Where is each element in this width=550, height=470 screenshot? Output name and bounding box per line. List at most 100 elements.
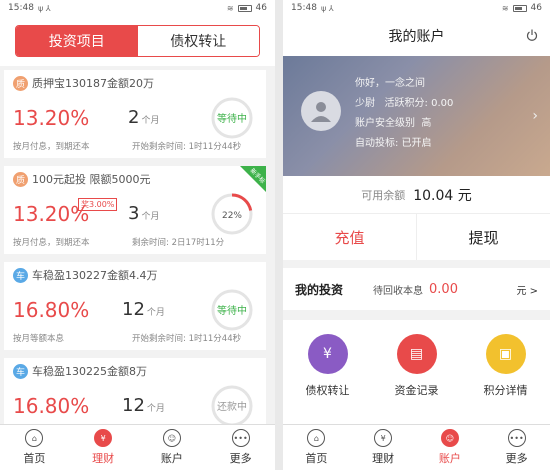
balance-row: 可用余额 10.04 元 [283, 176, 550, 214]
security-row: 账户安全级别 高 [355, 114, 453, 134]
tab-more[interactable]: ••• 更多 [206, 425, 275, 470]
product-card[interactable]: 质质押宝130187金额20万 13.20% 2 个月 按月付息，到期还本 开始剩余时间:… [4, 70, 266, 158]
clock: 15:48 [8, 3, 34, 13]
term-unit: 个月 [146, 308, 165, 318]
grid-label: 债权转让 [305, 384, 350, 397]
points-icon: ▣ [485, 334, 526, 374]
segment-bar: 投资项目 债权转让 [0, 16, 275, 66]
term-value: 12 个月 [122, 395, 165, 416]
category-icon: 车 [13, 363, 28, 379]
card-header: 车车稳盈130227金额4.4万 [4, 262, 266, 288]
rank-row: 少尉 活跃积分: 0.00 [355, 94, 453, 114]
status-label: 等待中 [217, 304, 247, 317]
remaining-time: 开始剩余时间: 1时11分44秒 [132, 334, 242, 344]
card-header: 质 100元起投 限额5000元 [4, 166, 266, 192]
my-invest-row[interactable]: 我的投资 待回收本息 0.00 元 > [283, 268, 550, 310]
tab-finance[interactable]: ¥ 理财 [69, 425, 138, 470]
tab-invest-projects[interactable]: 投资项目 [16, 26, 138, 56]
tab-label: 首页 [305, 452, 328, 465]
rank-label: 少尉 [355, 98, 375, 109]
pending-value: 0.00 [429, 281, 458, 297]
term-number: 12 [122, 395, 145, 416]
bottom-tab-bar: ⌂ 首页 ¥ 理财 ☺ 账户 ••• 更多 [283, 424, 550, 470]
bottom-tab-bar: ⌂ 首页 ¥ 理财 ☺ 账户 ••• 更多 [0, 424, 275, 470]
signal-icon: ψ ⅄ [320, 3, 334, 13]
grid-item-0[interactable]: ¥ 债权转让 [283, 334, 372, 398]
status-bar: 15:48 ψ ⅄ ≋ 46 [0, 0, 275, 16]
tab-account[interactable]: ☺ 账户 [138, 425, 207, 470]
avatar[interactable] [301, 91, 341, 131]
reward-tag: 奖3.00% [78, 198, 118, 211]
product-card[interactable]: 质 100元起投 限额5000元 13.20% 奖3.00% 3 个月 按月付息，到期还本剩… [4, 166, 266, 254]
grid-label: 积分详情 [483, 384, 528, 397]
term-number: 3 [128, 203, 140, 224]
account-screen: 15:48 ψ ⅄ ≋ 46 我的账户 你好，一念之间 少尉 活跃积分: 0.0… [283, 0, 550, 470]
finance-icon: ¥ [374, 429, 393, 447]
balance-value: 10.04 元 [413, 187, 472, 204]
my-invest-title: 我的投资 [295, 282, 344, 297]
term-unit: 个月 [146, 404, 165, 414]
more-icon: ••• [231, 429, 250, 447]
progress-ring: 还款中 [211, 385, 253, 427]
home-icon: ⌂ [25, 429, 44, 447]
status-bar: 15:48 ψ ⅄ ≋ 46 [283, 0, 550, 16]
product-card[interactable]: 车车稳盈130227金额4.4万 16.80% 12 个月 按月等额本息 开始剩余时间: … [4, 262, 266, 350]
withdraw-button[interactable]: 提现 [417, 214, 550, 260]
account-icon: ☺ [162, 429, 181, 447]
rate-value: 16.80% [13, 394, 90, 418]
tab-label: 首页 [23, 452, 46, 465]
battery-icon [237, 4, 252, 12]
card-title: 100元起投 限额5000元 [32, 173, 151, 186]
unit-chevron: 元 > [516, 285, 538, 297]
tab-debt-transfer[interactable]: 债权转让 [137, 26, 259, 56]
tab-label: 更多 [229, 452, 252, 465]
tab-home[interactable]: ⌂ 首页 [283, 425, 350, 470]
wifi-icon: ≋ [501, 3, 509, 13]
product-card[interactable]: 车车稳盈130225金额8万 16.80% 12 个月 还款中 [4, 358, 266, 428]
grid-item-1[interactable]: ▤ 资金记录 [372, 334, 461, 398]
battery-level: 46 [530, 3, 542, 13]
term-unit: 个月 [141, 212, 160, 222]
recharge-button[interactable]: 充值 [283, 214, 417, 260]
chevron-right-icon: › [532, 108, 538, 124]
repayment-method: 按月付息，到期还本 [13, 238, 90, 248]
transfer-icon: ¥ [307, 334, 348, 374]
grid-label: 资金记录 [394, 384, 439, 397]
card-header: 车车稳盈130225金额8万 [4, 358, 266, 384]
account-icon: ☺ [440, 429, 459, 447]
repayment-method: 按月付息，到期还本 [13, 142, 90, 152]
tab-home[interactable]: ⌂ 首页 [0, 425, 69, 470]
tab-finance[interactable]: ¥ 理财 [350, 425, 417, 470]
term-unit: 个月 [141, 116, 160, 126]
profile-info: 你好，一念之间 少尉 活跃积分: 0.00 账户安全级别 高 自动投标: 已开启 [355, 74, 453, 154]
power-icon[interactable] [526, 29, 538, 41]
signal-icon: ψ ⅄ [37, 3, 51, 13]
profile-banner[interactable]: 你好，一念之间 少尉 活跃积分: 0.00 账户安全级别 高 自动投标: 已开启… [283, 56, 550, 176]
card-title: 车稳盈130227金额4.4万 [32, 269, 158, 282]
tab-label: 账户 [160, 452, 183, 465]
feature-grid: ¥ 债权转让 ▤ 资金记录 ▣ 积分详情 [283, 320, 550, 430]
remaining-time: 剩余时间: 2日17时11分 [132, 238, 225, 248]
card-title: 车稳盈130225金额8万 [32, 365, 147, 378]
term-number: 12 [122, 299, 145, 320]
wifi-icon: ≋ [226, 3, 234, 13]
status-label: 22% [222, 211, 242, 221]
tab-account[interactable]: ☺ 账户 [417, 425, 484, 470]
tab-label: 理财 [92, 452, 115, 465]
term-value: 12 个月 [122, 299, 165, 320]
status-label: 还款中 [217, 400, 247, 413]
action-buttons: 充值 提现 [283, 214, 550, 260]
more-icon: ••• [507, 429, 526, 447]
clock: 15:48 [291, 3, 317, 13]
progress-ring: 等待中 [211, 289, 253, 331]
battery-level: 46 [255, 3, 267, 13]
tab-more[interactable]: ••• 更多 [483, 425, 550, 470]
tab-label: 更多 [505, 452, 528, 465]
grid-item-2[interactable]: ▣ 积分详情 [461, 334, 550, 398]
category-icon: 质 [13, 75, 28, 91]
rate-value: 16.80% [13, 298, 90, 322]
account-header: 我的账户 [283, 16, 550, 56]
category-icon: 质 [13, 171, 28, 187]
battery-icon [512, 4, 527, 12]
term-number: 2 [128, 107, 140, 128]
